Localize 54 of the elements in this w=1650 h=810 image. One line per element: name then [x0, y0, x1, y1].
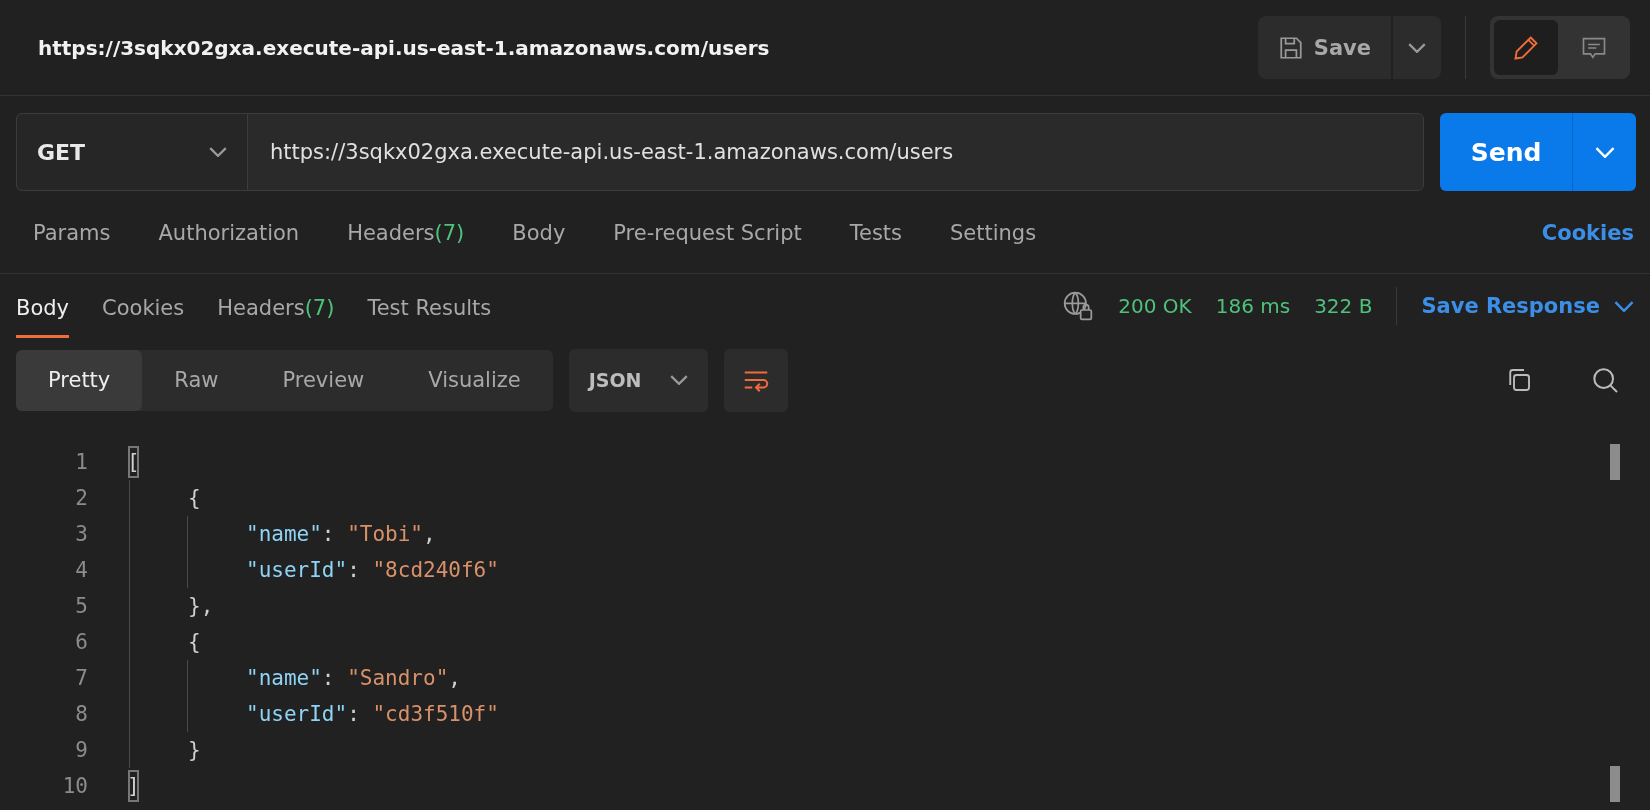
request-tab[interactable]: Headers(7): [347, 220, 465, 245]
response-tab[interactable]: Body: [16, 274, 69, 338]
save-icon: [1277, 34, 1304, 61]
line-number: 8: [74, 701, 88, 728]
line-number: 4: [74, 557, 88, 584]
response-tab[interactable]: Headers(7): [217, 274, 335, 338]
code-line: },: [187, 593, 215, 620]
request-tab[interactable]: Tests: [849, 220, 902, 245]
response-tab[interactable]: Cookies: [102, 274, 185, 338]
response-tab[interactable]: Test Results: [367, 274, 492, 338]
code-line: "userId": "8cd240f6": [245, 557, 500, 584]
wrap-lines-button[interactable]: [723, 348, 788, 412]
response-size: 322 B: [1314, 294, 1373, 318]
request-tab[interactable]: Authorization: [158, 220, 300, 245]
chevron-down-icon: [1408, 42, 1426, 53]
request-tab[interactable]: Settings: [950, 220, 1037, 245]
code-line: {: [187, 629, 202, 656]
line-number: 10: [61, 773, 88, 800]
request-tab[interactable]: Body: [512, 220, 566, 245]
chevron-down-icon: [669, 375, 688, 385]
response-time: 186 ms: [1215, 294, 1291, 318]
code-line: "name": "Tobi",: [245, 521, 437, 548]
view-mode-tab[interactable]: Raw: [142, 349, 251, 411]
edit-mode-button[interactable]: [1494, 20, 1558, 75]
line-number: 2: [74, 485, 88, 512]
code-line: {: [187, 485, 202, 512]
line-number: 7: [74, 665, 88, 692]
save-button[interactable]: Save: [1257, 16, 1391, 79]
globe-lock-icon: [1062, 290, 1095, 322]
code-line: ]: [126, 768, 141, 804]
request-title: https://3sqkx02gxa.execute-api.us-east-1.amazonaws.com/users: [38, 35, 770, 60]
chevron-down-icon: [1614, 300, 1634, 312]
status-code: 200 OK: [1118, 294, 1192, 318]
code-line: }: [187, 737, 202, 764]
code-line: "userId": "cd3f510f": [245, 701, 500, 728]
line-number: 9: [74, 737, 88, 764]
save-response-button[interactable]: Save Response: [1421, 294, 1634, 318]
pencil-icon: [1512, 33, 1540, 62]
chevron-down-icon: [1594, 146, 1615, 158]
scroll-marker: [1610, 444, 1620, 480]
line-number: 6: [74, 629, 88, 656]
view-mode-tab[interactable]: Pretty: [16, 349, 143, 411]
code-line: "name": "Sandro",: [245, 665, 462, 692]
line-number: 1: [74, 449, 88, 476]
scroll-marker: [1610, 766, 1620, 802]
view-mode-tab[interactable]: Preview: [250, 349, 397, 411]
request-tab[interactable]: Pre-request Script: [613, 220, 802, 245]
code-line: [: [126, 444, 141, 480]
view-mode-tab[interactable]: Visualize: [396, 349, 553, 411]
cookies-link[interactable]: Cookies: [1541, 220, 1634, 245]
format-dropdown[interactable]: JSON: [568, 348, 708, 412]
line-number: 3: [74, 521, 88, 548]
request-tab[interactable]: Params: [33, 220, 111, 245]
line-number: 5: [74, 593, 88, 620]
